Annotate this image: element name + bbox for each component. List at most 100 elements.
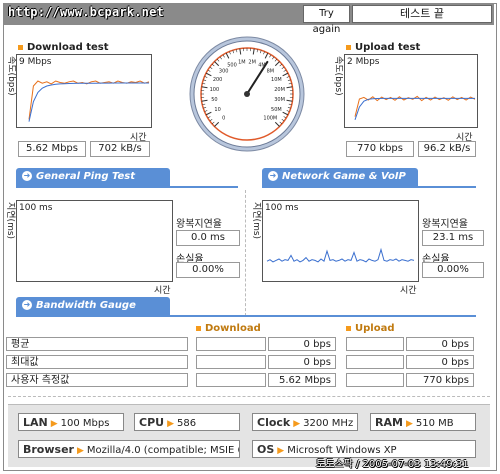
gauge-tick-label: 10M	[271, 77, 282, 83]
browser-key: Browser	[23, 443, 74, 456]
bandwidth-download-header-text: Download	[205, 323, 261, 334]
cpu-key: CPU	[139, 416, 165, 429]
game-graph: 100 ms	[262, 200, 419, 282]
ram-value: 510 MB	[415, 418, 454, 429]
bandwidth-download-value: 5.62 Mbps	[268, 373, 336, 387]
bandwidth-upload-value: 770 kbps	[406, 373, 474, 387]
download-graph: 9 Mbps	[16, 54, 152, 128]
gauge-tick-label: 500	[227, 63, 237, 69]
tab-underline	[262, 186, 476, 188]
arrow-right-icon: ▶	[167, 419, 174, 429]
section-divider	[8, 396, 490, 398]
clock-info: Clock ▶ 3200 MHz	[252, 413, 358, 431]
bandwidth-upload-value: 0 bps	[406, 337, 474, 351]
gauge-tick-label: 8M	[267, 69, 275, 75]
upload-speed-kbs: 96.2 kB/s	[418, 141, 476, 157]
status-display: 테스트 끝	[352, 5, 492, 23]
game-chart	[266, 247, 415, 263]
game-loss-value: 0.00%	[422, 262, 484, 278]
gauge-tick-label: 1M	[238, 59, 246, 65]
game-series-1	[266, 247, 415, 263]
download-bullet-icon	[18, 44, 23, 50]
download-speed-mbps: 5.62 Mbps	[18, 141, 86, 157]
gauge-tick-label: 100	[210, 87, 220, 93]
bandwidth-upload-value: 0 bps	[406, 355, 474, 369]
bandwidth-row-label: 평균	[6, 337, 188, 351]
bandwidth-download-value: 0 bps	[268, 337, 336, 351]
game-x-label: 시간	[400, 286, 417, 296]
arrow-right-icon: ▶	[293, 419, 301, 429]
clock-value: 3200 MHz	[303, 418, 354, 429]
bandwidth-row-spacer	[346, 355, 404, 369]
site-url: http://www.bcpark.net	[8, 5, 164, 19]
tab-general-ping-label: General Ping Test	[36, 171, 136, 182]
ping-rtt-label: 왕복지연율	[176, 219, 222, 230]
clock-key: Clock	[257, 416, 291, 429]
download-chart	[28, 80, 150, 122]
tab-bandwidth-gauge[interactable]: ➜ Bandwidth Gauge	[16, 297, 170, 315]
ping-chart	[17, 201, 172, 281]
tab-underline	[16, 186, 238, 188]
tab-general-ping[interactable]: ➜ General Ping Test	[16, 168, 170, 186]
upload-title: Upload test	[346, 42, 420, 53]
ping-graph: 100 ms	[16, 200, 173, 282]
arrow-right-icon: ➜	[22, 171, 32, 181]
os-key: OS	[257, 443, 275, 456]
cpu-value: 586	[177, 418, 197, 429]
download-series-2	[28, 82, 149, 122]
upload-chart	[354, 95, 476, 120]
arrow-right-icon: ➜	[22, 300, 32, 310]
gauge-tick-label: 0	[222, 115, 225, 121]
gauge-tick-label: 100M	[263, 115, 277, 121]
ping-rtt-value: 0.0 ms	[176, 230, 240, 246]
bandwidth-row-label: 최대값	[6, 355, 188, 369]
gauge-tick-label: 10	[214, 107, 220, 113]
browser-info: Browser ▶ Mozilla/4.0 (compatible; MSIE 6.…	[18, 440, 240, 458]
ram-info: RAM ▶ 510 MB	[370, 413, 476, 431]
ping-loss-value: 0.00%	[176, 262, 240, 278]
bandwidth-download-value: 0 bps	[268, 355, 336, 369]
gauge-tick-label: 50M	[271, 107, 282, 113]
bandwidth-upload-header: Upload	[346, 323, 394, 334]
download-speed-kbs: 702 kB/s	[90, 141, 150, 157]
lan-info: LAN ▶ 100 Mbps	[18, 413, 124, 431]
gauge-tick-label: 200	[213, 77, 223, 83]
upload-bullet-icon	[346, 44, 351, 50]
arrow-right-icon: ▶	[50, 419, 58, 429]
upload-series-1	[354, 95, 476, 117]
arrow-right-icon: ▶	[76, 446, 84, 456]
bandwidth-upload-header-text: Upload	[355, 323, 395, 334]
cpu-info: CPU ▶ 586	[134, 413, 240, 431]
gauge-tick-label: 20M	[274, 87, 285, 93]
test-timestamp: 토토스팍 / 2005-07-03 13:49:31	[316, 459, 469, 470]
bandwidth-row-spacer	[196, 337, 266, 351]
bandwidth-row-spacer	[346, 373, 404, 387]
game-rtt-label: 왕복지연율	[422, 219, 468, 230]
arrow-right-icon: ▶	[405, 419, 413, 429]
upload-title-text: Upload test	[355, 42, 421, 53]
ram-key: RAM	[375, 416, 403, 429]
upload-series-2	[354, 97, 475, 120]
browser-value: Mozilla/4.0 (compatible; MSIE 6.0	[86, 445, 240, 456]
bandwidth-download-header: Download	[196, 323, 261, 334]
bandwidth-row-label: 사용자 측정값	[6, 373, 188, 387]
upload-bullet-icon	[346, 325, 351, 331]
arrow-right-icon: ▶	[277, 446, 285, 456]
game-rtt-value: 23.1 ms	[422, 230, 484, 246]
try-again-button[interactable]: Try again	[303, 5, 350, 35]
download-title: Download test	[18, 42, 109, 53]
tab-network-game-voip[interactable]: ➜ Network Game & VoIP Test	[262, 168, 418, 200]
download-series-1	[28, 80, 150, 120]
speed-gauge: 010501002003005001M 2M4M8M10M20M30M50M100…	[189, 36, 305, 152]
upload-graph: 2 Mbps	[344, 54, 478, 128]
lan-key: LAN	[23, 416, 48, 429]
download-bullet-icon	[196, 325, 201, 331]
arrow-right-icon: ➜	[268, 171, 278, 181]
gauge-tick-label: 50	[211, 97, 217, 103]
upload-speed-kbps: 770 kbps	[346, 141, 414, 157]
tab-bandwidth-gauge-label: Bandwidth Gauge	[36, 300, 136, 311]
gauge-tick-label: 30M	[274, 97, 285, 103]
tab-underline	[16, 315, 476, 317]
bandwidth-row-spacer	[196, 355, 266, 369]
bandwidth-row-spacer	[346, 337, 404, 351]
